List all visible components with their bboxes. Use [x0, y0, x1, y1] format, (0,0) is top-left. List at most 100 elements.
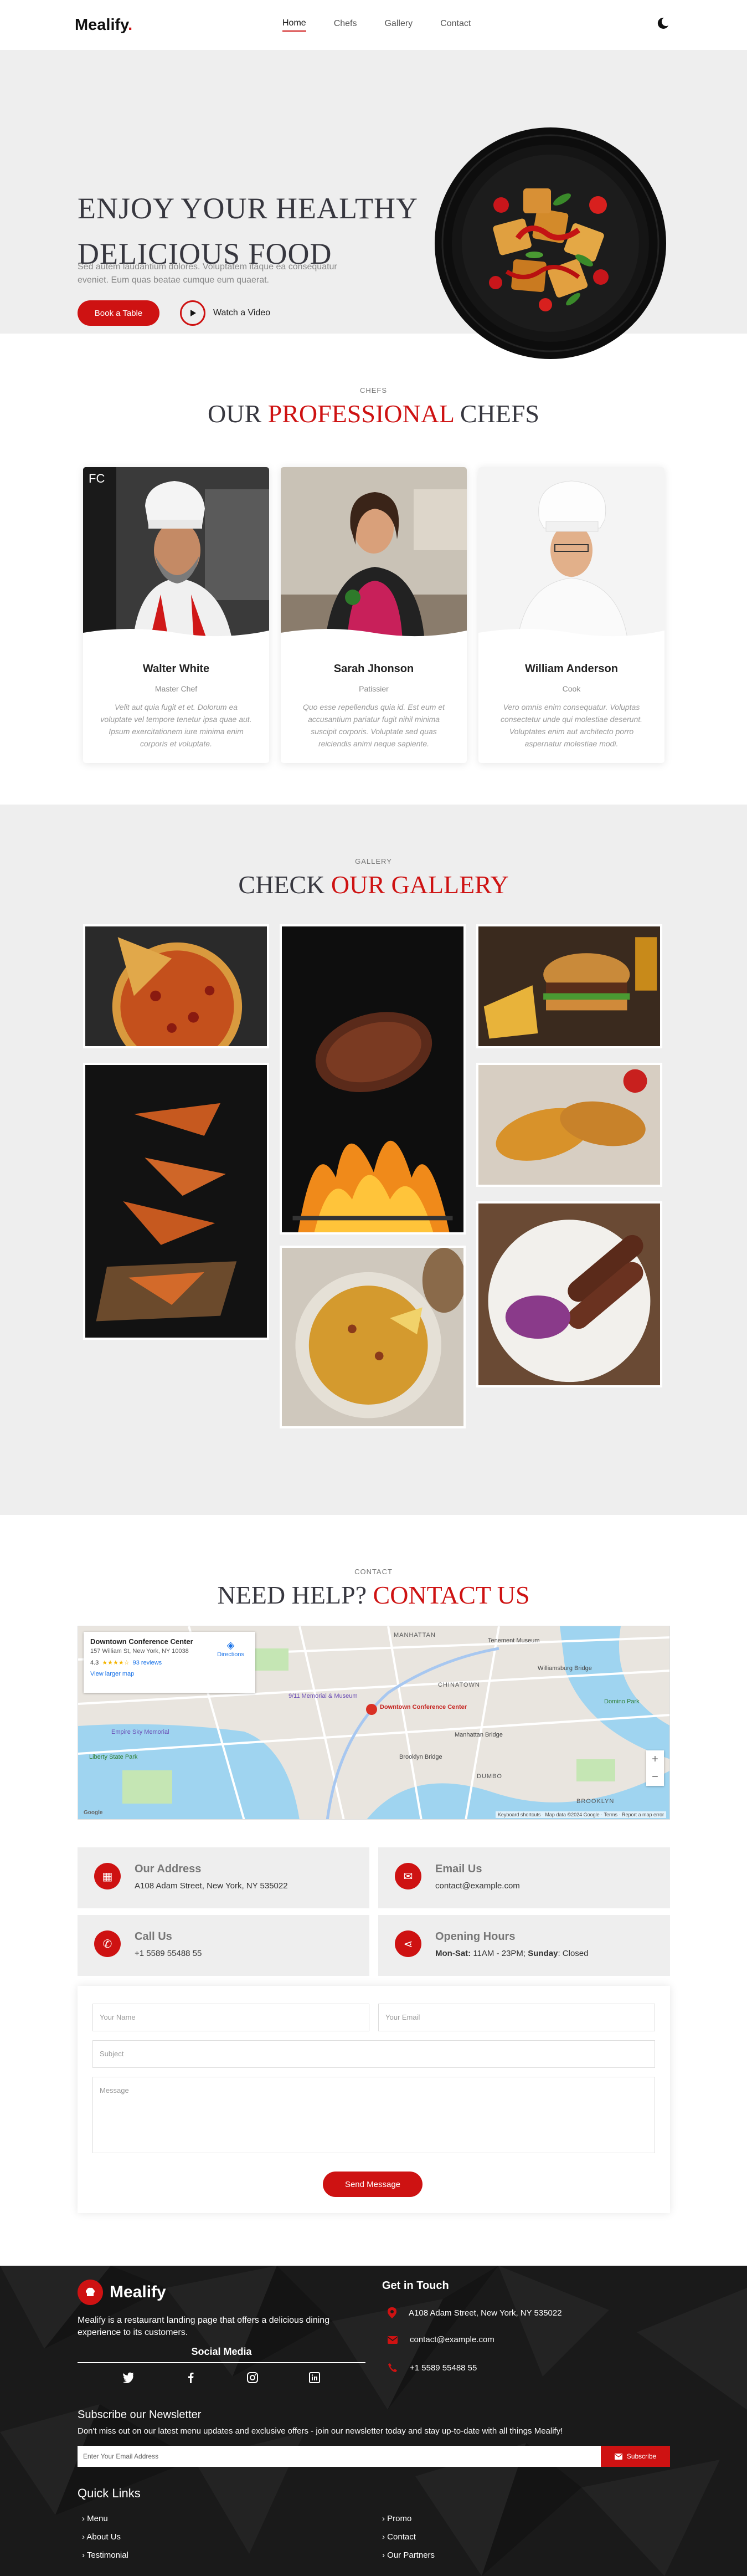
chef-card: William Anderson Cook Vero omnis enim co… [478, 467, 664, 763]
name-input[interactable]: Your Name [92, 2004, 369, 2031]
nav-contact[interactable]: Contact [440, 19, 471, 31]
nav-chefs[interactable]: Chefs [334, 19, 357, 31]
chefs-title: Our Professional Chefs [208, 400, 539, 428]
share-icon: ⋖ [395, 1930, 421, 1957]
gallery-image-pizza-slices[interactable] [83, 924, 269, 1048]
star-rating-icon: ★★★★☆ [102, 1660, 130, 1666]
map-label: CHINATOWN [438, 1682, 480, 1688]
subscribe-button[interactable]: Subscribe [601, 2446, 670, 2467]
footer-brand[interactable]: Mealify [78, 2280, 166, 2305]
chef-photo [281, 467, 467, 642]
footer-link-testimonial[interactable]: › Testimonial [82, 2546, 128, 2564]
google-map[interactable]: Downtown Conference Center 157 William S… [78, 1626, 670, 1820]
footer-contact-phone[interactable]: +1 5589 55488 55 [388, 2363, 477, 2373]
nav-gallery[interactable]: Gallery [384, 19, 413, 31]
info-title: Call Us [135, 1930, 172, 1943]
gallery-subtitle: GALLERY [355, 857, 392, 866]
social-media-title: Social Media [78, 2346, 365, 2363]
view-larger-map-link[interactable]: View larger map [90, 1671, 249, 1677]
footer-link-contact[interactable]: › Contact [382, 2528, 435, 2546]
footer-link-about[interactable]: › About Us [82, 2528, 128, 2546]
newsletter-title: Subscribe our Newsletter [78, 2409, 202, 2421]
info-text: Mon-Sat: 11AM - 23PM; Sunday: Closed [435, 1949, 589, 1958]
brand-logo[interactable]: Mealify. [75, 16, 132, 34]
message-textarea[interactable]: Message [92, 2077, 655, 2153]
linkedin-icon[interactable] [308, 2371, 321, 2384]
nav-home[interactable]: Home [282, 18, 306, 32]
info-title: Opening Hours [435, 1930, 516, 1943]
map-label: Domino Park [604, 1698, 640, 1705]
email-input[interactable]: Your Email [378, 2004, 655, 2031]
info-title: Email Us [435, 1863, 482, 1875]
map-label: Tenement Museum [488, 1637, 540, 1644]
gallery-image-flying-pizza[interactable] [83, 1063, 269, 1340]
social-icons [122, 2371, 321, 2384]
phone-icon: ✆ [94, 1930, 121, 1957]
map-pin-label: Downtown Conference Center [380, 1704, 467, 1710]
watch-video-link[interactable]: Watch a Video [180, 300, 270, 326]
gallery-image-burger-fries[interactable] [476, 924, 662, 1048]
map-label: Brooklyn Bridge [399, 1754, 442, 1760]
site-footer: Mealify Mealify is a restaurant landing … [0, 2266, 747, 2576]
gallery-image-kebab-plate[interactable] [476, 1201, 662, 1387]
footer-contact-email[interactable]: contact@example.com [388, 2335, 494, 2344]
gallery-image-rice-dish[interactable] [280, 1246, 466, 1428]
info-title: Our Address [135, 1863, 202, 1875]
map-attribution: Keyboard shortcuts · Map data ©2024 Goog… [495, 1811, 666, 1818]
chef-name: Sarah Jhonson [333, 663, 414, 675]
map-label: BROOKLYN [576, 1798, 615, 1805]
chef-name: Walter White [142, 663, 210, 675]
map-label: Manhattan Bridge [455, 1732, 503, 1738]
chef-card: FC Walter White Master Chef Velit aut qu… [83, 467, 269, 763]
map-reviews-link[interactable]: 93 reviews [133, 1660, 162, 1666]
hero-section: Enjoy Your Healthy Delicious Food Sed au… [0, 50, 747, 359]
envelope-icon: ✉ [395, 1863, 421, 1889]
footer-contact-address: A108 Adam Street, New York, NY 535022 [388, 2307, 562, 2318]
info-email: ✉ Email Us contact@example.com [378, 1847, 670, 1908]
google-logo: Google [84, 1810, 103, 1816]
gallery-grid [0, 924, 747, 1467]
facebook-icon[interactable] [184, 2371, 197, 2384]
zoom-out-button[interactable]: − [652, 1771, 658, 1784]
chef-role: Patissier [359, 684, 389, 693]
gallery-title: Check Our Gallery [238, 870, 509, 899]
chef-description: Quo esse repellendus quia id. Est eum et… [302, 703, 445, 748]
map-directions-button[interactable]: ◈ Directions [217, 1640, 244, 1658]
svg-text:FC: FC [89, 472, 105, 485]
twitter-icon[interactable] [122, 2371, 135, 2384]
gallery-image-fried-chicken[interactable] [476, 1063, 662, 1187]
chef-description: Velit aut quia fugit et et. Dolorum ea v… [100, 703, 252, 748]
info-text: A108 Adam Street, New York, NY 535022 [135, 1881, 288, 1891]
moon-icon[interactable] [656, 17, 669, 30]
contact-subtitle: CONTACT [354, 1568, 393, 1576]
footer-link-partners[interactable]: › Our Partners [382, 2546, 435, 2564]
instagram-icon[interactable] [246, 2371, 259, 2384]
footer-link-menu[interactable]: › Menu [82, 2510, 128, 2528]
chef-role: Cook [562, 684, 581, 693]
footer-link-promo[interactable]: › Promo [382, 2510, 435, 2528]
chef-name: William Anderson [525, 663, 618, 675]
send-message-button[interactable]: Send Message [323, 2172, 423, 2197]
info-hours: ⋖ Opening Hours Mon-Sat: 11AM - 23PM; Sun… [378, 1915, 670, 1976]
quick-links-right: › Promo › Contact › Our Partners [382, 2510, 435, 2564]
site-header: Mealify. Home Chefs Gallery Contact [0, 0, 747, 50]
book-table-button[interactable]: Book a Table [78, 300, 159, 326]
subject-input[interactable]: Subject [92, 2040, 655, 2068]
gallery-section: GALLERY Check Our Gallery [0, 805, 747, 1515]
gallery-image-steak-fire[interactable] [280, 924, 466, 1235]
info-text[interactable]: +1 5589 55488 55 [135, 1949, 202, 1958]
newsletter-email-input[interactable]: Enter Your Email Address [78, 2446, 601, 2467]
footer-about: Mealify is a restaurant landing page tha… [78, 2316, 330, 2337]
chef-hat-icon [78, 2280, 103, 2305]
map-icon: ▦ [94, 1863, 121, 1889]
map-zoom-controls: + − [646, 1750, 664, 1786]
info-address: ▦ Our Address A108 Adam Street, New York,… [78, 1847, 369, 1908]
info-text[interactable]: contact@example.com [435, 1881, 520, 1891]
chefs-subtitle: CHEFS [359, 386, 388, 395]
chef-card: Sarah Jhonson Patissier Quo esse repelle… [281, 467, 467, 763]
contact-section: CONTACT Need Help? Contact Us Downtown C… [0, 1515, 747, 2266]
play-icon[interactable] [180, 300, 205, 326]
zoom-in-button[interactable]: + [652, 1753, 658, 1766]
phone-icon [388, 2363, 397, 2372]
chef-cards: FC Walter White Master Chef Velit aut qu… [83, 467, 747, 763]
